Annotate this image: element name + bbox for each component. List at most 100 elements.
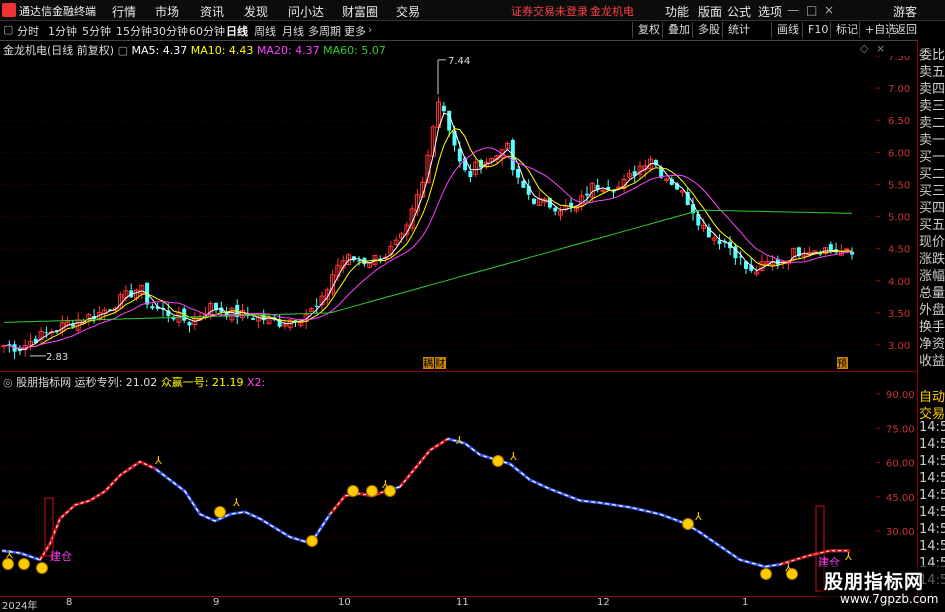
period-checkbox-icon[interactable]: ▢ [3,23,13,36]
trade-label-3: 14:56 [919,437,945,452]
event-tag-label: 耦 [423,358,433,370]
watermark: 股朋指标网 www.7gpzb.com [820,565,945,609]
x-tick-8: 8 [66,597,73,608]
tool-back[interactable]: 返回 [889,22,922,38]
candle-body [457,148,462,162]
close-icon[interactable]: × [824,3,834,17]
menu-wealth[interactable]: 财富圈 [342,3,378,20]
candle-body [357,260,362,262]
price-tick-label: 6.50 [888,116,910,127]
time-axis: 2024年 8 9 10 11 12 1 [0,596,917,612]
menu-options[interactable]: 选项 [758,3,782,20]
login-warning[interactable]: 证券交易未登录 [511,3,588,19]
buy-arrow-icon: ⅄ [695,510,702,523]
period-monthly[interactable]: 月线 [282,23,304,39]
candle-body [44,332,49,334]
menu-market[interactable]: 市场 [155,3,179,20]
menu-news[interactable]: 资讯 [200,3,224,20]
buy-arrow-icon: ⅄ [382,478,389,491]
indicator-rise-red [398,437,449,488]
candle-body [521,180,526,188]
smiley-icon [682,518,694,530]
indicator-chart[interactable]: ⅄⅄⅄⅄⅄⅄⅄⅄⅄建仓 建仓 [0,388,917,596]
trade-label-9: 14:56 [919,539,945,554]
event-tag-label: 预 [837,358,847,370]
menu-trade[interactable]: 交易 [396,3,420,20]
trade-label-4: 14:56 [919,454,945,469]
menu-formula[interactable]: 公式 [727,3,751,20]
panel-divider [0,371,917,372]
candle-body [314,305,319,307]
current-stock: 金龙机电 [590,5,634,18]
sub-tick-label: 30.00 [886,527,915,538]
sub-tick-label: 90.00 [886,390,915,401]
candle-body [468,170,473,177]
period-intraday[interactable]: 分时 [17,23,39,39]
candle-body [251,318,256,320]
event-tag-label: 财 [435,357,445,370]
maximize-icon[interactable]: □ [806,3,817,17]
buy-arrow-icon: ⅄ [233,496,240,509]
tool-multi-stock[interactable]: 多股 [692,22,725,38]
smiley-icon [214,506,226,518]
menu-ask[interactable]: 问小达 [288,3,324,20]
watermark-url: www.7gpzb.com [840,592,939,606]
sub-tick-label: 45.00 [886,493,915,504]
period-1min[interactable]: 1分钟 [48,23,77,39]
candle-body [585,193,589,196]
buy-arrow-icon: ⅄ [6,548,13,561]
close-chart-icon[interactable]: × [876,42,885,55]
period-15min[interactable]: 15分钟 [116,23,152,39]
tool-f10[interactable]: F10 [802,22,833,38]
settings-icon[interactable]: ◇ [860,42,868,55]
minimize-icon[interactable]: — [787,3,799,17]
price-tick-label: 6.00 [888,148,910,159]
smiley-icon [492,455,504,467]
tool-stats[interactable]: 统计 [722,22,755,38]
period-60min[interactable]: 60分钟 [189,23,225,39]
tool-draw[interactable]: 画线 [771,22,804,38]
period-30min[interactable]: 30分钟 [152,23,188,39]
period-multi[interactable]: 多周期 [308,23,341,39]
menu-quotes[interactable]: 行情 [112,3,136,20]
main-chart-info: 金龙机电(日线 前复权) ▢ MA5: 4.37 MA10: 4.43 MA20… [0,42,386,57]
quote-label-18: 收益 [919,354,945,369]
buy-arrow-icon: ⅄ [845,550,852,563]
guest-label[interactable]: 游客 [893,3,917,20]
smiley-icon [366,485,378,497]
buy-arrow-icon: ⅄ [155,454,162,467]
price-axis: 7.50 7.00 6.50 6.00 5.50 5.00 4.50 4.00 3.50 3.00 [876,56,910,352]
period-more[interactable]: 更多 [344,23,366,39]
buy-arrow-icon: ⅄ [785,561,792,574]
price-tick-label: 7.00 [888,84,910,95]
trade-label-8: 14:56 [919,522,945,537]
menu-layout[interactable]: 版面 [698,3,722,20]
chevron-right-icon[interactable]: › [368,23,372,36]
price-tick-label: 3.00 [888,341,910,352]
menu-function[interactable]: 功能 [665,3,689,20]
candle-body [553,207,558,212]
buy-arrow-icon: ⅄ [510,450,517,463]
menu-discover[interactable]: 发现 [244,3,268,20]
app-logo-icon [2,3,16,17]
high-label: 7.44 [448,56,470,67]
x-tick-1: 1 [742,597,749,608]
candle-body [187,322,192,326]
indicator-info: ◎ 股朋指标网 运秒专列: 21.02 众赢一号: 21.19 X2: [0,374,265,389]
smiley-icon [347,485,359,497]
x-tick-10: 10 [338,597,351,608]
x-tick-12: 12 [597,597,610,608]
candle-body [150,306,155,309]
period-daily[interactable]: 日线 [226,23,248,39]
period-weekly[interactable]: 周线 [254,23,276,39]
sub-tick-label: 60.00 [886,459,915,470]
candle-body [600,189,606,192]
price-tick-label: 4.50 [888,245,910,256]
trade-label-7: 14:56 [919,505,945,520]
indicator-rise-dash [39,461,156,561]
tool-restore-rights[interactable]: 复权 [632,22,665,38]
candlestick-chart[interactable]: 7.44 2.83 耦财 预 [0,56,917,371]
period-bar: ▢ 分时 1分钟 5分钟 15分钟 30分钟 60分钟 日线 周线 月线 多周期… [0,21,945,41]
tool-overlay[interactable]: 叠加 [662,22,695,38]
period-5min[interactable]: 5分钟 [82,23,111,39]
